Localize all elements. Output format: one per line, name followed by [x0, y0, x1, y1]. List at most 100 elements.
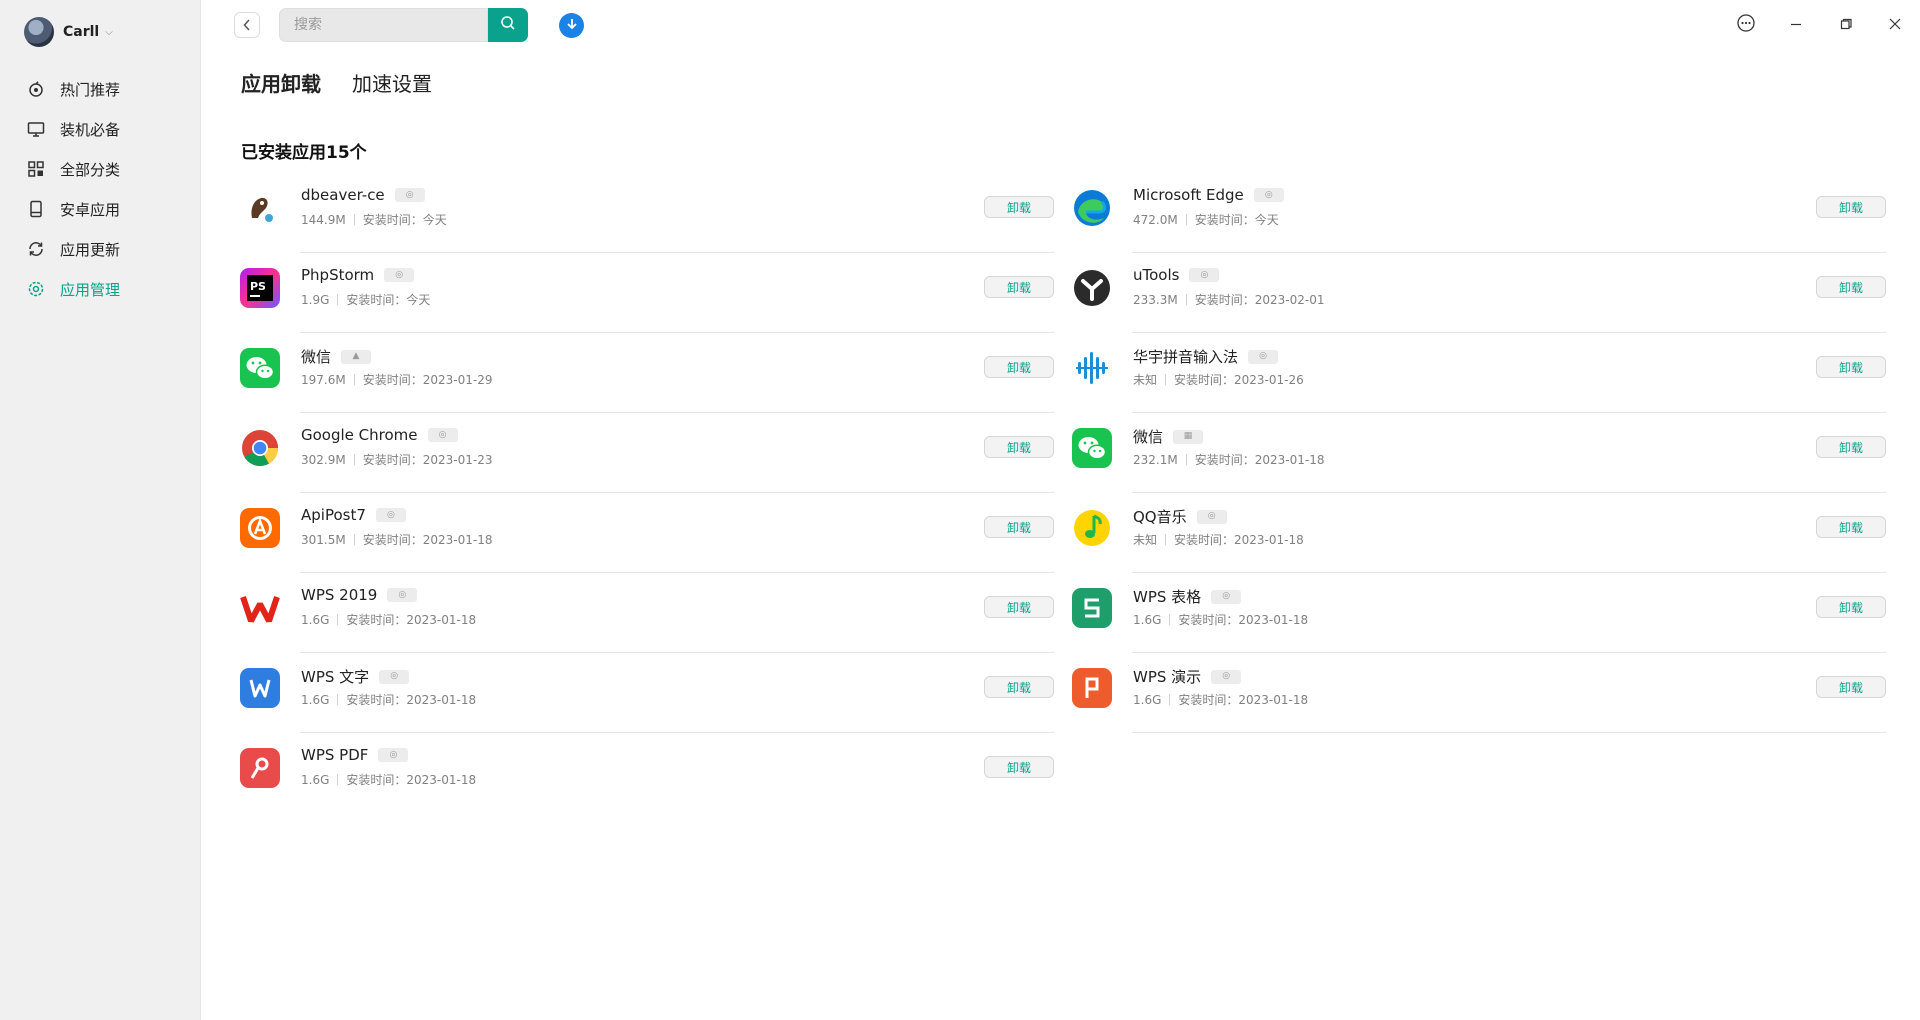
download-arrow-icon: [565, 16, 579, 35]
meta-divider: [337, 614, 339, 625]
sidebar-item-essentials[interactable]: 装机必备: [0, 109, 200, 149]
uninstall-button[interactable]: 卸载: [984, 196, 1054, 218]
apipost-icon: [240, 508, 280, 548]
app-list-item: WPS 表格 ◎ 1.6G 安装时间：2023-01-18 卸载: [1070, 573, 1886, 653]
meta-divider: [337, 774, 339, 785]
install-time: 安装时间：2023-01-18: [1174, 533, 1304, 547]
app-name: uTools: [1133, 266, 1180, 284]
phpstorm-icon: PS: [240, 268, 280, 308]
app-name: 微信: [301, 348, 332, 366]
phone-icon: [27, 200, 45, 218]
uninstall-button[interactable]: 卸载: [1816, 356, 1886, 378]
app-list-item: Google Chrome ◎ 302.9M 安装时间：2023-01-23 卸…: [238, 413, 1054, 493]
sidebar-item-updates[interactable]: 应用更新: [0, 229, 200, 269]
uninstall-button[interactable]: 卸载: [1816, 516, 1886, 538]
meta-divider: [1169, 614, 1171, 625]
uninstall-button[interactable]: 卸载: [1816, 676, 1886, 698]
uninstall-button[interactable]: 卸载: [1816, 196, 1886, 218]
wps-writer-icon: [240, 668, 280, 708]
install-time: 安装时间：2023-01-18: [1194, 453, 1325, 467]
more-menu-button[interactable]: [1734, 13, 1758, 37]
app-list-item: WPS 2019 ◎ 1.6G 安装时间：2023-01-18 卸载: [238, 573, 1054, 653]
huayu-pinyin-icon: [1072, 348, 1112, 388]
minimize-button[interactable]: [1784, 13, 1808, 37]
sidebar-item-categories[interactable]: 全部分类: [0, 149, 200, 189]
search-icon: [500, 15, 516, 35]
sidebar: Carll ⌵ 热门推荐 装机必备 全部分类 安卓应用 应用更新 应用管理: [0, 0, 201, 1020]
refresh-icon: [27, 240, 45, 258]
install-time: 安装时间：2023-02-01: [1194, 293, 1325, 307]
meta-divider: [337, 294, 339, 305]
app-name: PhpStorm: [301, 266, 375, 284]
install-time: 安装时间：2023-01-23: [362, 453, 493, 467]
app-name: 华宇拼音输入法: [1133, 348, 1239, 366]
meta-divider: [353, 454, 355, 465]
app-size: 1.9G: [301, 292, 330, 307]
meta-divider: [353, 534, 355, 545]
app-size: 未知: [1133, 373, 1158, 387]
wechat-icon: [1072, 428, 1112, 468]
app-name: WPS 表格: [1133, 588, 1202, 606]
sidebar-item-label: 热门推荐: [60, 80, 121, 99]
app-name: WPS PDF: [301, 746, 369, 764]
meta-divider: [337, 694, 339, 705]
uninstall-button[interactable]: 卸载: [1816, 276, 1886, 298]
app-list-item: uTools ◎ 233.3M 安装时间：2023-02-01 卸载: [1070, 253, 1886, 333]
app-name: WPS 文字: [301, 668, 370, 686]
sidebar-item-hot[interactable]: 热门推荐: [0, 69, 200, 109]
linux-platform-badge: ◎: [378, 748, 409, 762]
download-button[interactable]: [559, 13, 584, 38]
back-button[interactable]: [234, 12, 260, 38]
uninstall-button[interactable]: 卸载: [984, 596, 1054, 618]
app-size: 197.6M: [301, 372, 346, 387]
svg-text:PS: PS: [250, 280, 266, 293]
app-list-item: WPS 文字 ◎ 1.6G 安装时间：2023-01-18 卸载: [238, 653, 1054, 733]
app-list-item: QQ音乐 ◎ 未知 安装时间：2023-01-18 卸载: [1070, 493, 1886, 573]
user-name: Carll: [63, 24, 100, 40]
app-list-item: 微信 ▦ 232.1M 安装时间：2023-01-18 卸载: [1070, 413, 1886, 493]
wps-icon: [240, 588, 280, 628]
app-size: 232.1M: [1133, 452, 1178, 467]
uninstall-button[interactable]: 卸载: [984, 276, 1054, 298]
app-list-item: WPS PDF ◎ 1.6G 安装时间：2023-01-18 卸载: [238, 733, 1054, 813]
install-time: 安装时间：2023-01-18: [362, 533, 493, 547]
installed-app-list: dbeaver-ce ◎ 144.9M 安装时间：今天 卸载 Microsoft…: [238, 173, 1888, 813]
linux-platform-badge: ◎: [1253, 188, 1284, 202]
tab-uninstall[interactable]: 应用卸载: [241, 68, 321, 97]
wps-presentation-icon: [1072, 668, 1112, 708]
sidebar-item-android[interactable]: 安卓应用: [0, 189, 200, 229]
chrome-icon: [240, 428, 280, 468]
linux-platform-badge: ◎: [1248, 349, 1279, 364]
user-menu[interactable]: Carll ⌵: [24, 17, 113, 47]
hot-icon: [27, 80, 45, 98]
close-button[interactable]: [1883, 13, 1907, 37]
meta-divider: [353, 374, 355, 385]
category-grid-icon: [27, 160, 45, 178]
uninstall-button[interactable]: 卸载: [1816, 436, 1886, 458]
meta-divider: [1169, 694, 1171, 705]
wps-sheet-icon: [1072, 588, 1112, 628]
uninstall-button[interactable]: 卸载: [984, 356, 1054, 378]
search-button[interactable]: [488, 8, 528, 42]
sidebar-item-label: 应用管理: [60, 280, 121, 299]
uninstall-button[interactable]: 卸载: [984, 516, 1054, 538]
app-size: 233.3M: [1133, 292, 1178, 307]
minimize-icon: [1789, 16, 1803, 35]
tab-acceleration-settings[interactable]: 加速设置: [352, 68, 432, 97]
uninstall-button[interactable]: 卸载: [984, 756, 1054, 778]
sidebar-item-app-management[interactable]: 应用管理: [0, 269, 200, 309]
monitor-icon: [27, 120, 45, 138]
linux-platform-badge: ◎: [1211, 589, 1242, 604]
uninstall-button[interactable]: 卸载: [984, 436, 1054, 458]
uninstall-button[interactable]: 卸载: [984, 676, 1054, 698]
linux-platform-badge: ◎: [394, 188, 425, 202]
installed-apps-title: 已安装应用15个: [241, 143, 367, 163]
gear-icon: [27, 280, 45, 298]
uninstall-button[interactable]: 卸载: [1816, 596, 1886, 618]
restore-button[interactable]: [1834, 13, 1858, 37]
app-name: dbeaver-ce: [301, 186, 385, 204]
app-name: Google Chrome: [301, 426, 418, 444]
install-time: 安装时间：2023-01-26: [1174, 373, 1304, 387]
search-input[interactable]: [292, 16, 476, 34]
app-list-item: 微信 ▲ 197.6M 安装时间：2023-01-29 卸载: [238, 333, 1054, 413]
